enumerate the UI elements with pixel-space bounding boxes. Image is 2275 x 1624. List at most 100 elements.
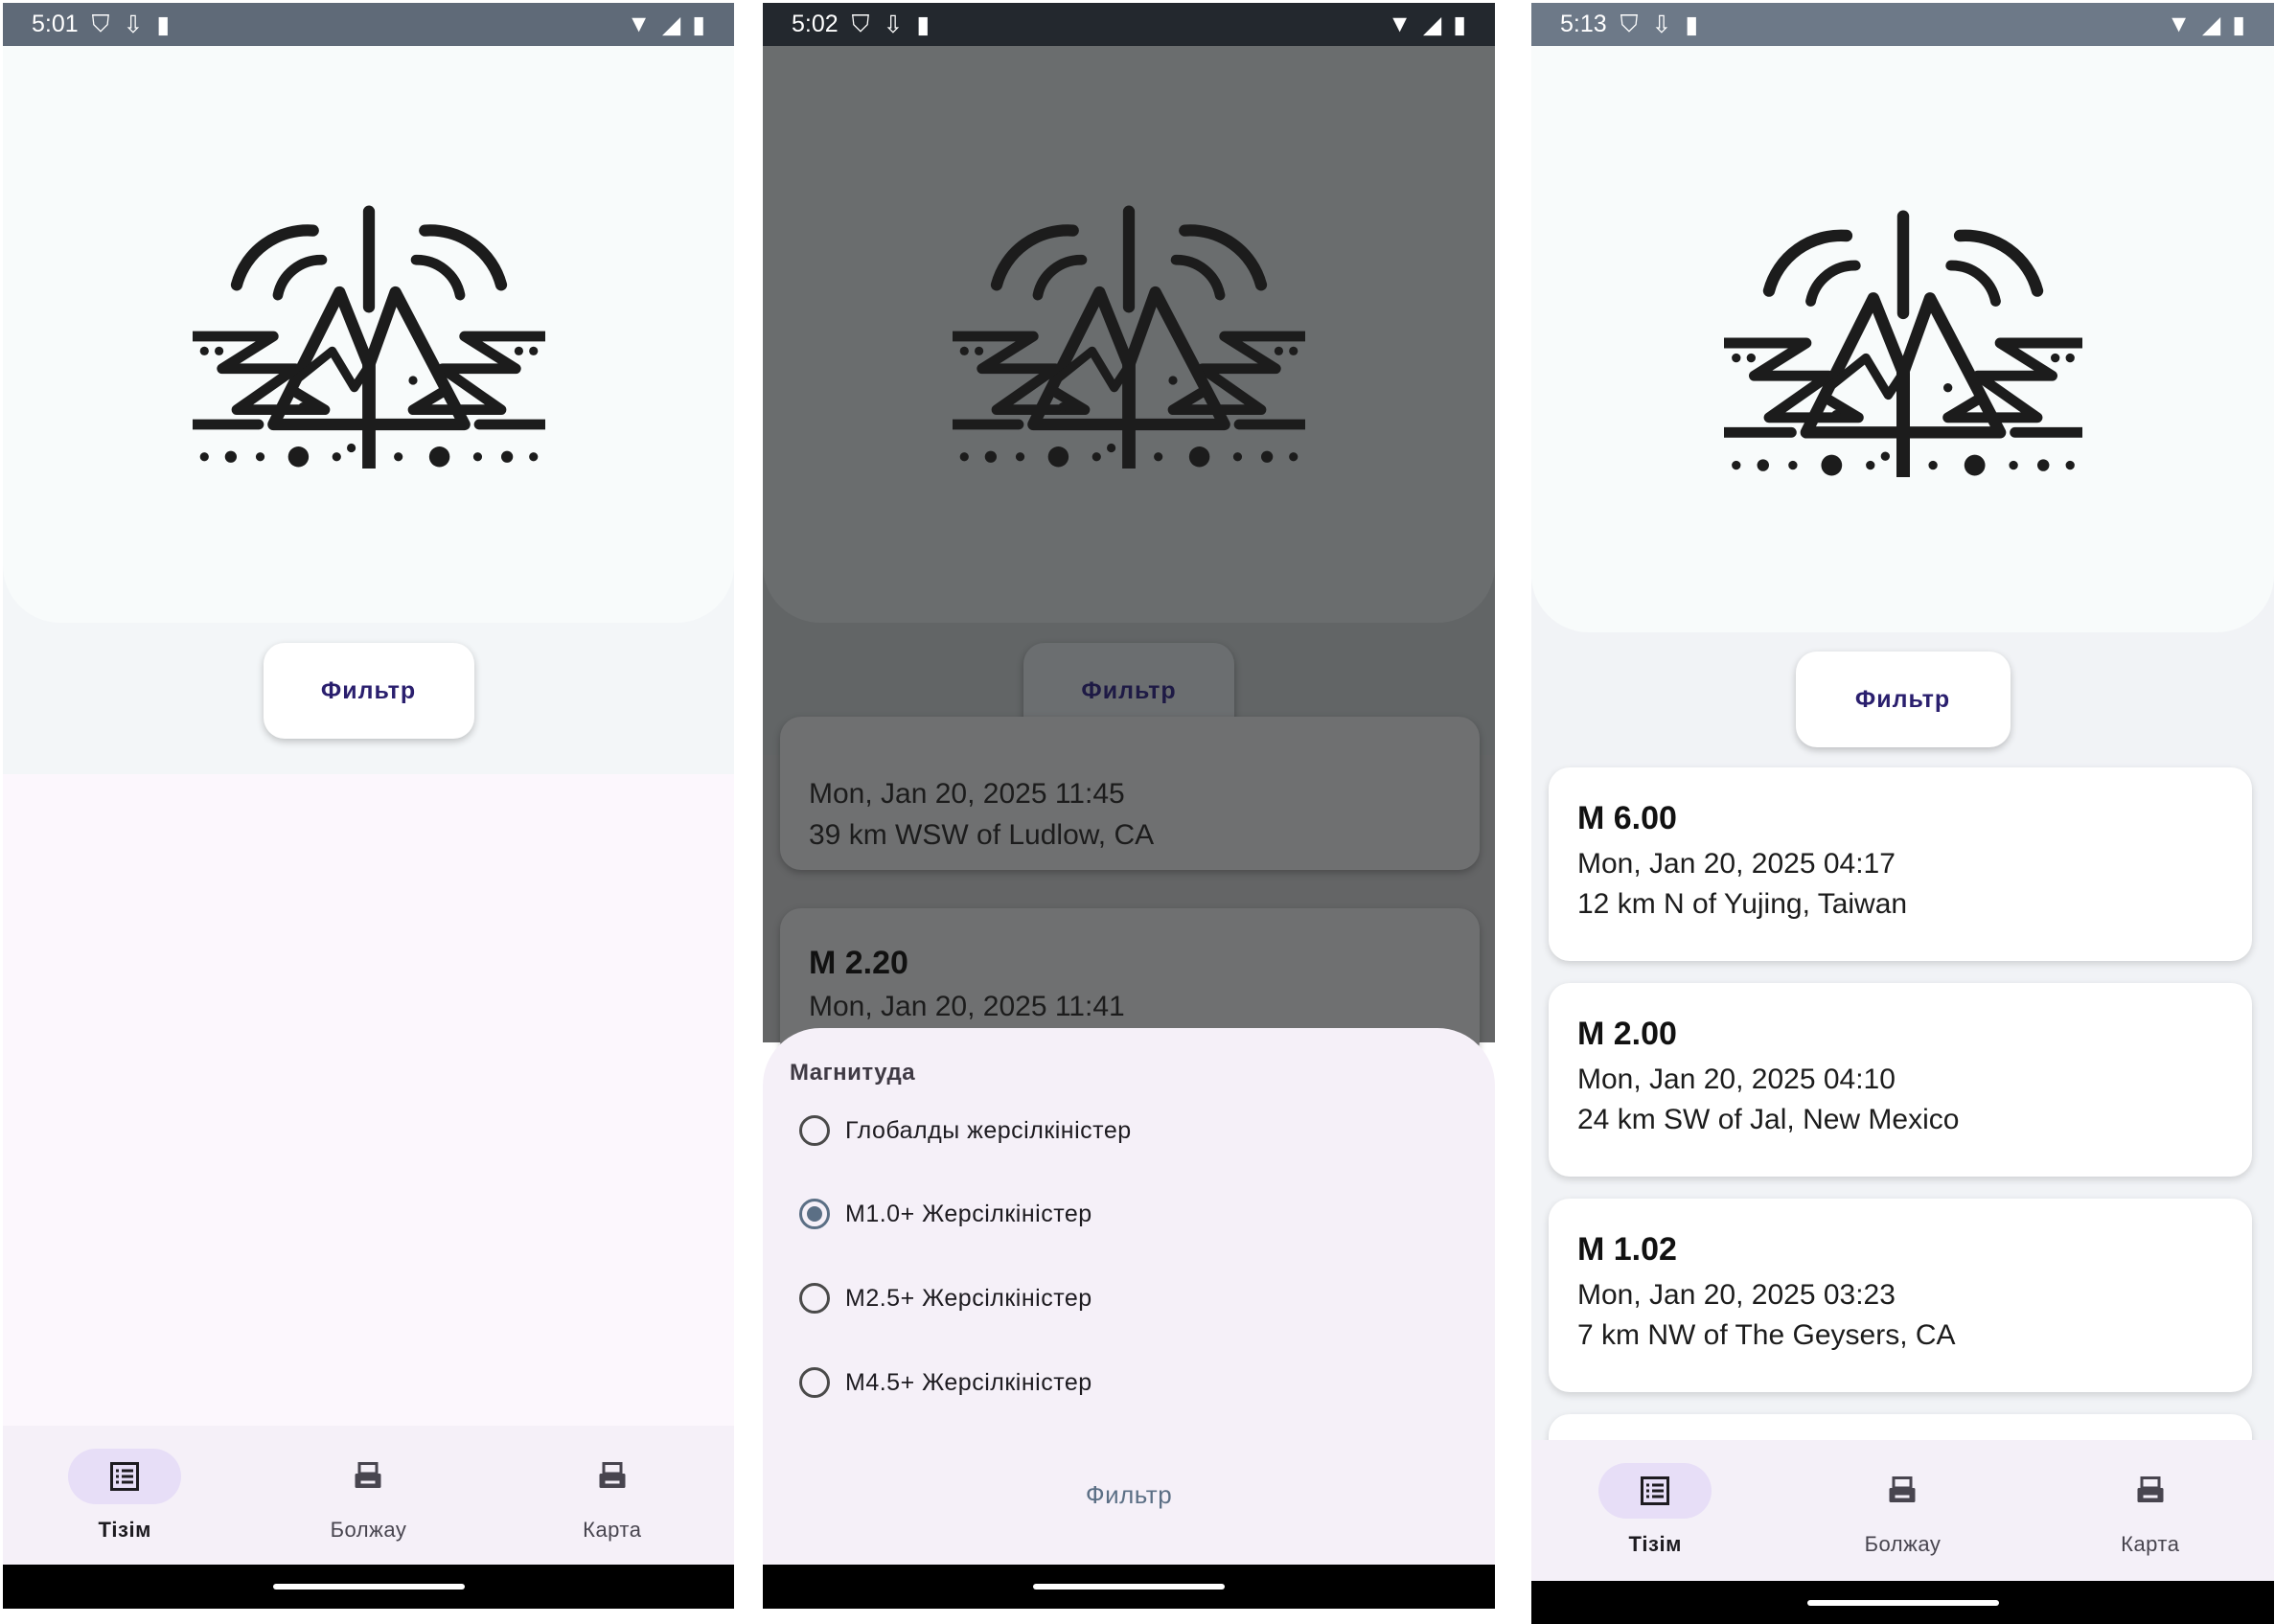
- earthquake-date: Mon, Jan 20, 2025 03:23: [1577, 1279, 1896, 1311]
- radio-option-m1[interactable]: M1.0+ Жерсілкіністер: [799, 1199, 1092, 1229]
- radio-label: M4.5+ Жерсілкіністер: [845, 1368, 1092, 1396]
- list-icon: [1638, 1474, 1672, 1508]
- sd-card-icon: ▮: [156, 11, 171, 38]
- nav-label: Тізім: [1628, 1532, 1682, 1556]
- earthquake-date: Mon, Jan 20, 2025 11:45: [809, 778, 1125, 810]
- home-handle[interactable]: [1806, 1600, 1999, 1606]
- status-time: 5:01: [32, 11, 79, 37]
- logo-card: [763, 46, 1495, 623]
- battery-icon: ▮: [2232, 11, 2245, 38]
- earthquake-logo-icon: [953, 204, 1305, 469]
- earthquake-card[interactable]: M 2.00 Mon, Jan 20, 2025 04:10 24 km SW …: [1549, 983, 2252, 1177]
- download-icon: ⇩: [883, 11, 904, 38]
- sheet-title: Магнитуда: [790, 1060, 916, 1086]
- nav-item-map[interactable]: Карта: [2055, 1440, 2246, 1581]
- list-icon: [107, 1459, 142, 1494]
- shield-icon: ⛉: [851, 11, 870, 37]
- earthquake-place: 12 km N of Yujing, Taiwan: [1577, 888, 1908, 920]
- screen-empty-list: 5:01 ⛉ ⇩ ▮ ▼ ◢ ▮ Фильтр Тізім Болжау Кар…: [3, 3, 734, 1609]
- signal-icon: ◢: [2202, 11, 2221, 38]
- earthquake-place: 24 km SW of Jal, New Mexico: [1577, 1104, 1960, 1135]
- sd-card-icon: ▮: [1685, 11, 1699, 38]
- radio-label: M2.5+ Жерсілкіністер: [845, 1284, 1092, 1312]
- logo-card: [1531, 46, 2274, 632]
- status-time: 5:13: [1560, 11, 1607, 37]
- earthquake-magnitude: M 2.00: [1577, 1016, 1677, 1052]
- radio-button[interactable]: [799, 1367, 830, 1398]
- radio-option-m45[interactable]: M4.5+ Жерсілкіністер: [799, 1367, 1092, 1398]
- earthquake-card[interactable]: Mon, Jan 20, 2025 11:45 39 km WSW of Lud…: [780, 717, 1480, 870]
- nav-item-forecast[interactable]: Болжау: [1806, 1440, 1998, 1581]
- earthquake-date: Mon, Jan 20, 2025 04:10: [1577, 1064, 1896, 1095]
- radio-button-selected[interactable]: [799, 1199, 830, 1229]
- screen-filter-sheet: 5:02 ⛉ ⇩ ▮ ▼ ◢ ▮ Фильтр Mon, Jan 20, 202…: [763, 3, 1495, 1609]
- bottom-sheet: Магнитуда Глобалды жерсілкіністер M1.0+ …: [763, 1028, 1495, 1565]
- wifi-icon: ▼: [627, 11, 651, 37]
- earthquake-card[interactable]: M 1.02 Mon, Jan 20, 2025 03:23 7 km NW o…: [1549, 1199, 2252, 1392]
- radio-option-m25[interactable]: M2.5+ Жерсілкіністер: [799, 1283, 1092, 1314]
- radio-button[interactable]: [799, 1115, 830, 1146]
- nav-label: Болжау: [330, 1518, 407, 1542]
- status-time: 5:02: [792, 11, 839, 37]
- radio-option-global[interactable]: Глобалды жерсілкіністер: [799, 1115, 1132, 1146]
- gesture-bar: [3, 1565, 734, 1609]
- wifi-icon: ▼: [1388, 11, 1412, 37]
- signal-icon: ◢: [662, 11, 681, 38]
- header-area: Фильтр: [763, 46, 1495, 755]
- list-area-dimmed: Mon, Jan 20, 2025 11:45 39 km WSW of Lud…: [763, 717, 1495, 1062]
- sd-card-icon: ▮: [916, 11, 931, 38]
- nav-item-map[interactable]: Карта: [517, 1426, 708, 1565]
- gesture-bar: [763, 1565, 1495, 1609]
- radio-dot: [807, 1206, 822, 1222]
- nav-label: Тізім: [98, 1518, 151, 1542]
- battery-icon: ▮: [1453, 11, 1466, 38]
- fax-icon: [2133, 1474, 2168, 1508]
- nav-pill: [556, 1449, 669, 1504]
- wifi-icon: ▼: [2167, 11, 2191, 37]
- fax-icon: [595, 1459, 630, 1494]
- bottom-nav: Тізім Болжау Карта: [1531, 1440, 2274, 1581]
- fax-icon: [351, 1459, 385, 1494]
- home-handle[interactable]: [1033, 1584, 1225, 1590]
- gesture-bar: [1531, 1581, 2274, 1624]
- nav-pill: [68, 1449, 182, 1504]
- earthquake-place: 7 km NW of The Geysers, CA: [1577, 1319, 1956, 1351]
- status-bar: 5:01 ⛉ ⇩ ▮ ▼ ◢ ▮: [3, 3, 734, 46]
- earthquake-date: Mon, Jan 20, 2025 11:41: [809, 991, 1125, 1022]
- shield-icon: ⛉: [91, 11, 110, 37]
- logo-card: [3, 46, 734, 623]
- earthquake-logo-icon: [193, 204, 545, 469]
- earthquake-magnitude: M 2.20: [809, 945, 908, 981]
- status-bar: 5:02 ⛉ ⇩ ▮ ▼ ◢ ▮: [763, 3, 1495, 46]
- earthquake-card[interactable]: M 6.00 Mon, Jan 20, 2025 04:17 12 km N o…: [1549, 767, 2252, 961]
- shield-icon: ⛉: [1620, 11, 1639, 37]
- earthquake-magnitude: M 1.02: [1577, 1231, 1677, 1268]
- nav-label: Карта: [2121, 1532, 2180, 1556]
- download-icon: ⇩: [123, 11, 144, 38]
- earthquake-place: 39 km WSW of Ludlow, CA: [809, 819, 1155, 851]
- earthquake-date: Mon, Jan 20, 2025 04:17: [1577, 848, 1896, 880]
- radio-button[interactable]: [799, 1283, 830, 1314]
- nav-item-list[interactable]: Тізім: [1559, 1440, 1751, 1581]
- nav-item-list[interactable]: Тізім: [29, 1426, 220, 1565]
- nav-label: Болжау: [1864, 1532, 1942, 1556]
- home-handle[interactable]: [272, 1584, 465, 1590]
- nav-pill: [2094, 1463, 2207, 1519]
- earthquake-logo-icon: [1724, 209, 2082, 477]
- screen-earthquake-list: 5:13 ⛉ ⇩ ▮ ▼ ◢ ▮ Фильтр M 6.00 Mon, Jan …: [1531, 3, 2274, 1624]
- empty-list-area: [3, 774, 734, 1426]
- fax-icon: [1885, 1474, 1919, 1508]
- nav-pill: [1846, 1463, 1959, 1519]
- signal-icon: ◢: [1423, 11, 1442, 38]
- header-area: Фильтр M 6.00 Mon, Jan 20, 2025 04:17 12…: [1531, 46, 2274, 1491]
- nav-item-forecast[interactable]: Болжау: [272, 1426, 464, 1565]
- sheet-filter-button[interactable]: Фильтр: [1086, 1480, 1172, 1510]
- filter-button[interactable]: Фильтр: [263, 643, 474, 739]
- bottom-nav: Тізім Болжау Карта: [3, 1426, 734, 1565]
- download-icon: ⇩: [1651, 11, 1672, 38]
- radio-label: Глобалды жерсілкіністер: [845, 1116, 1132, 1144]
- radio-label: M1.0+ Жерсілкіністер: [845, 1200, 1092, 1227]
- earthquake-magnitude: M 6.00: [1577, 800, 1677, 836]
- nav-pill: [311, 1449, 425, 1504]
- filter-button[interactable]: Фильтр: [1795, 652, 2011, 747]
